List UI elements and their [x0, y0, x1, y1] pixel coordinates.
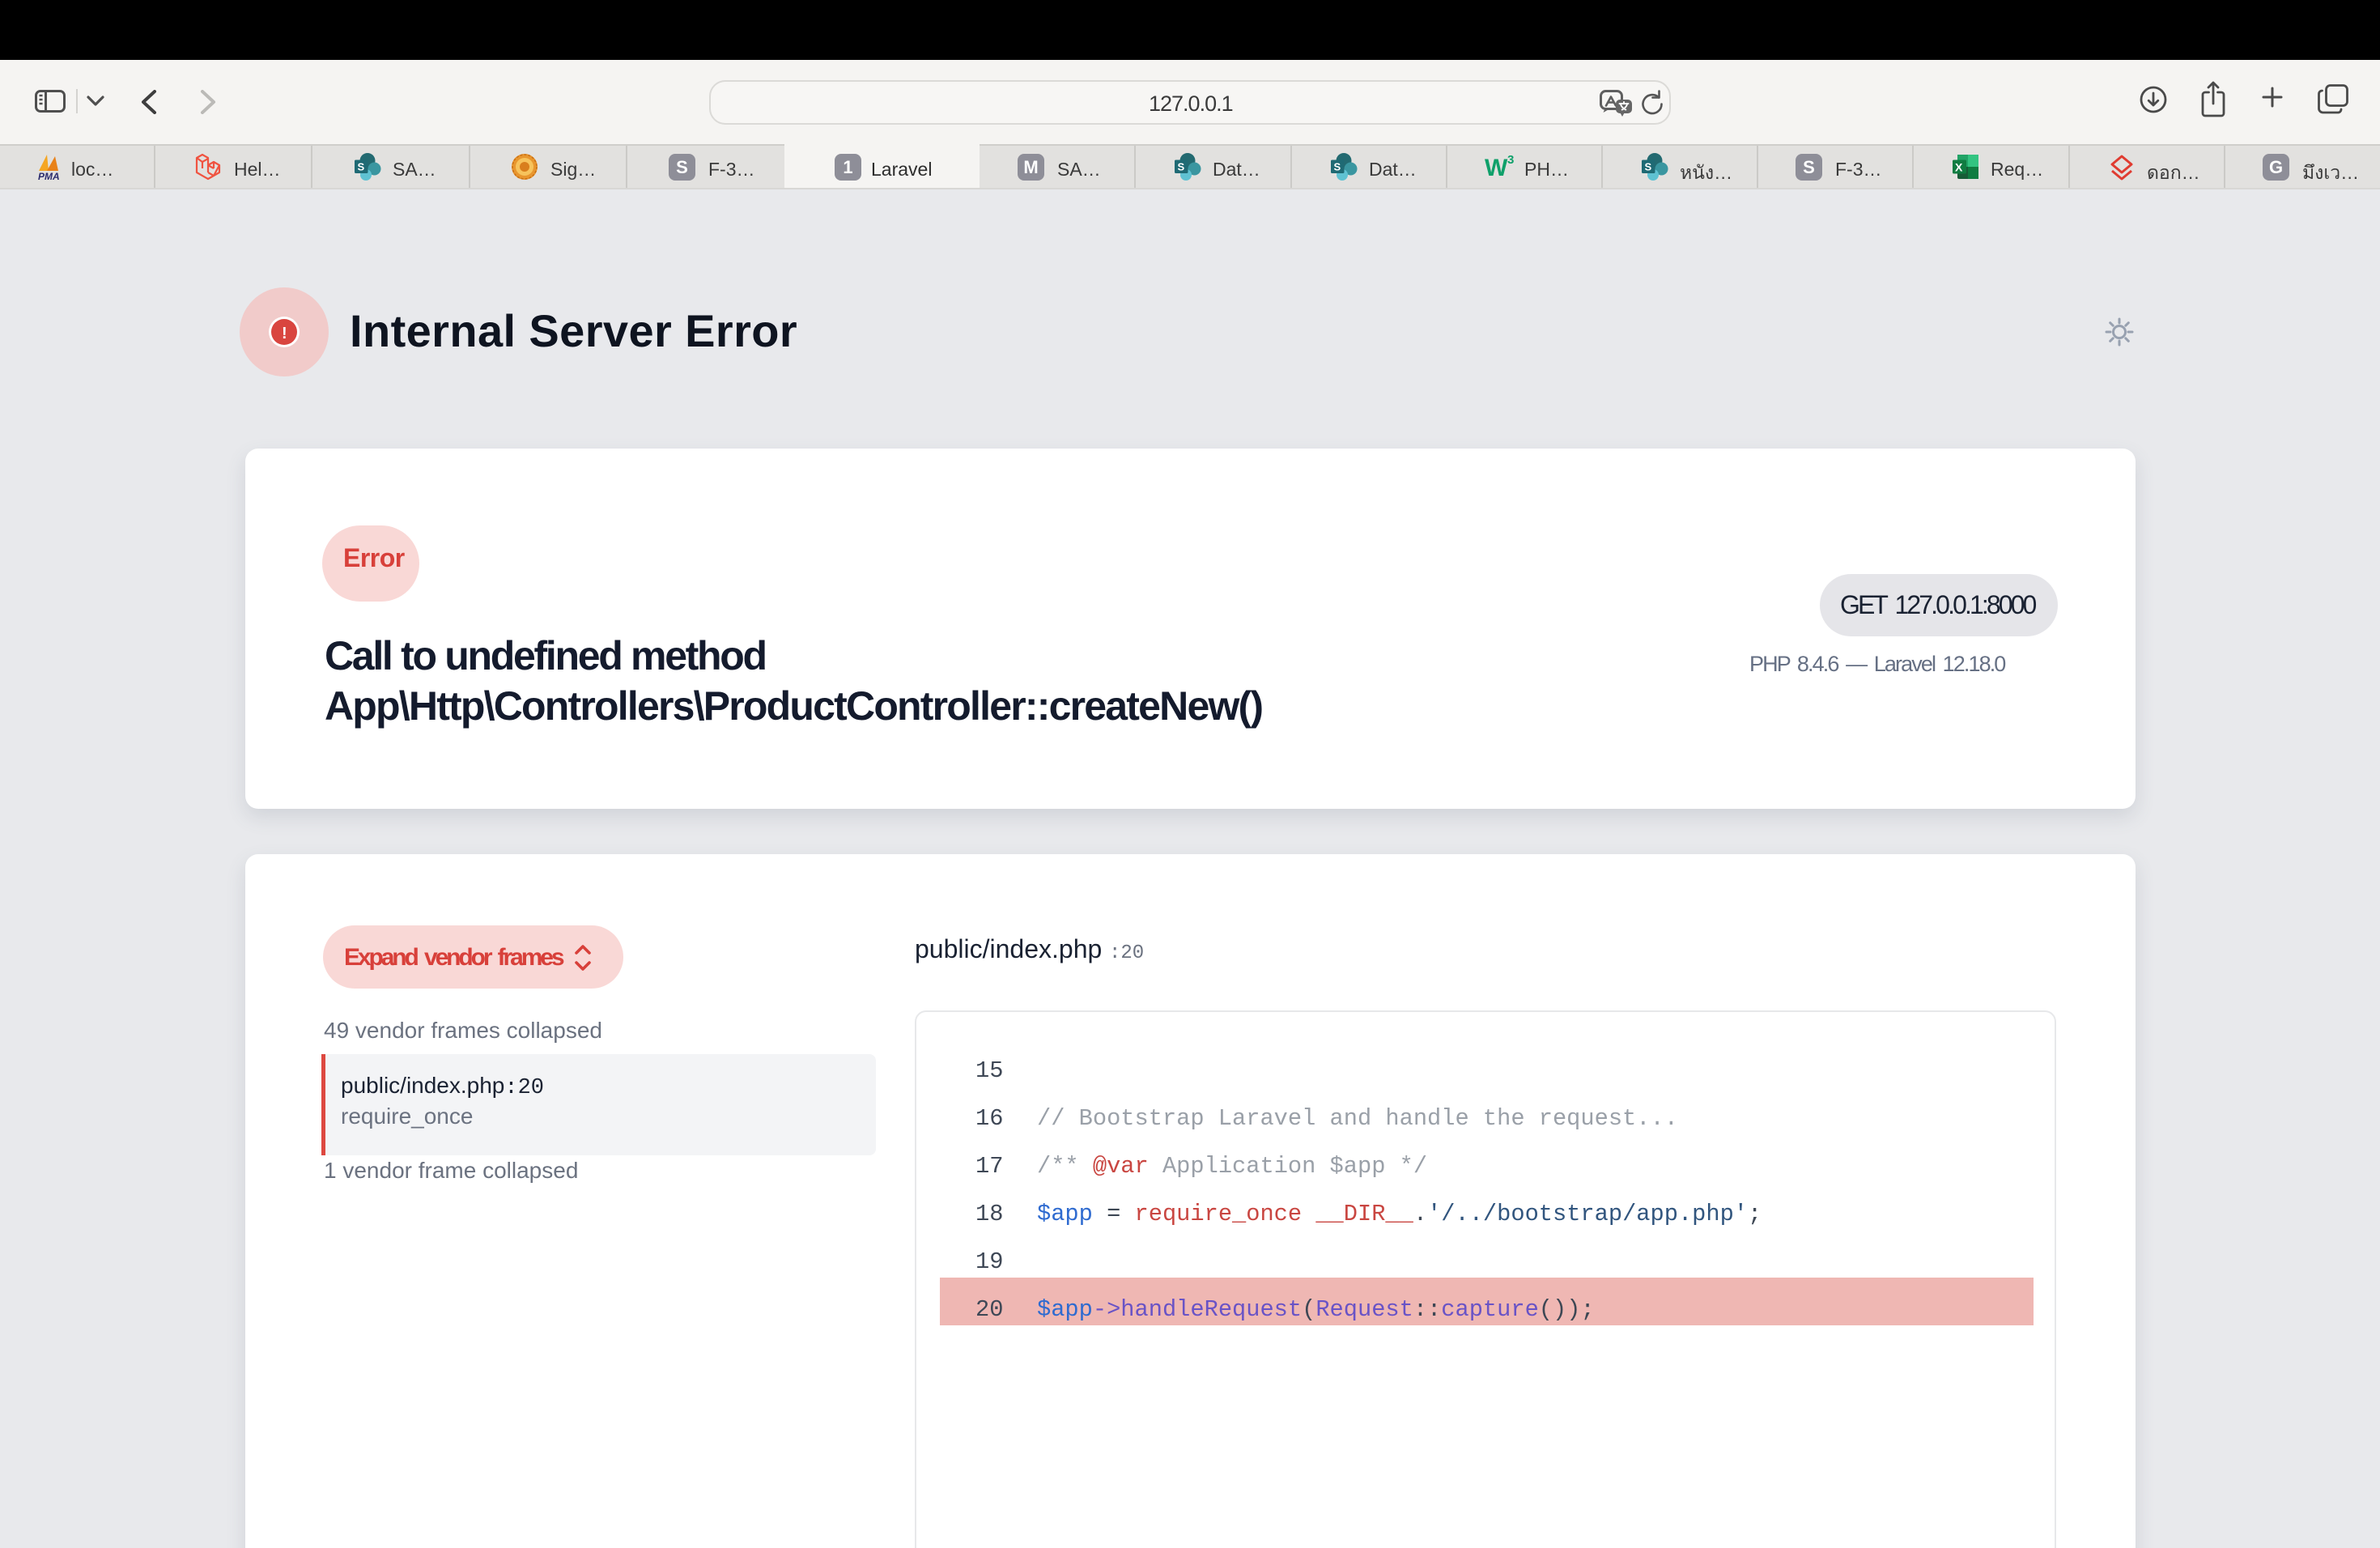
- svg-text:3: 3: [1507, 153, 1514, 167]
- svg-text:S: S: [358, 161, 365, 173]
- svg-text:PMA: PMA: [38, 171, 60, 181]
- svg-text:W: W: [1485, 155, 1508, 181]
- svg-text:S: S: [1178, 161, 1185, 173]
- svg-text:S: S: [1334, 161, 1341, 173]
- svg-text:X: X: [1955, 161, 1963, 174]
- svg-text:S: S: [1645, 161, 1652, 173]
